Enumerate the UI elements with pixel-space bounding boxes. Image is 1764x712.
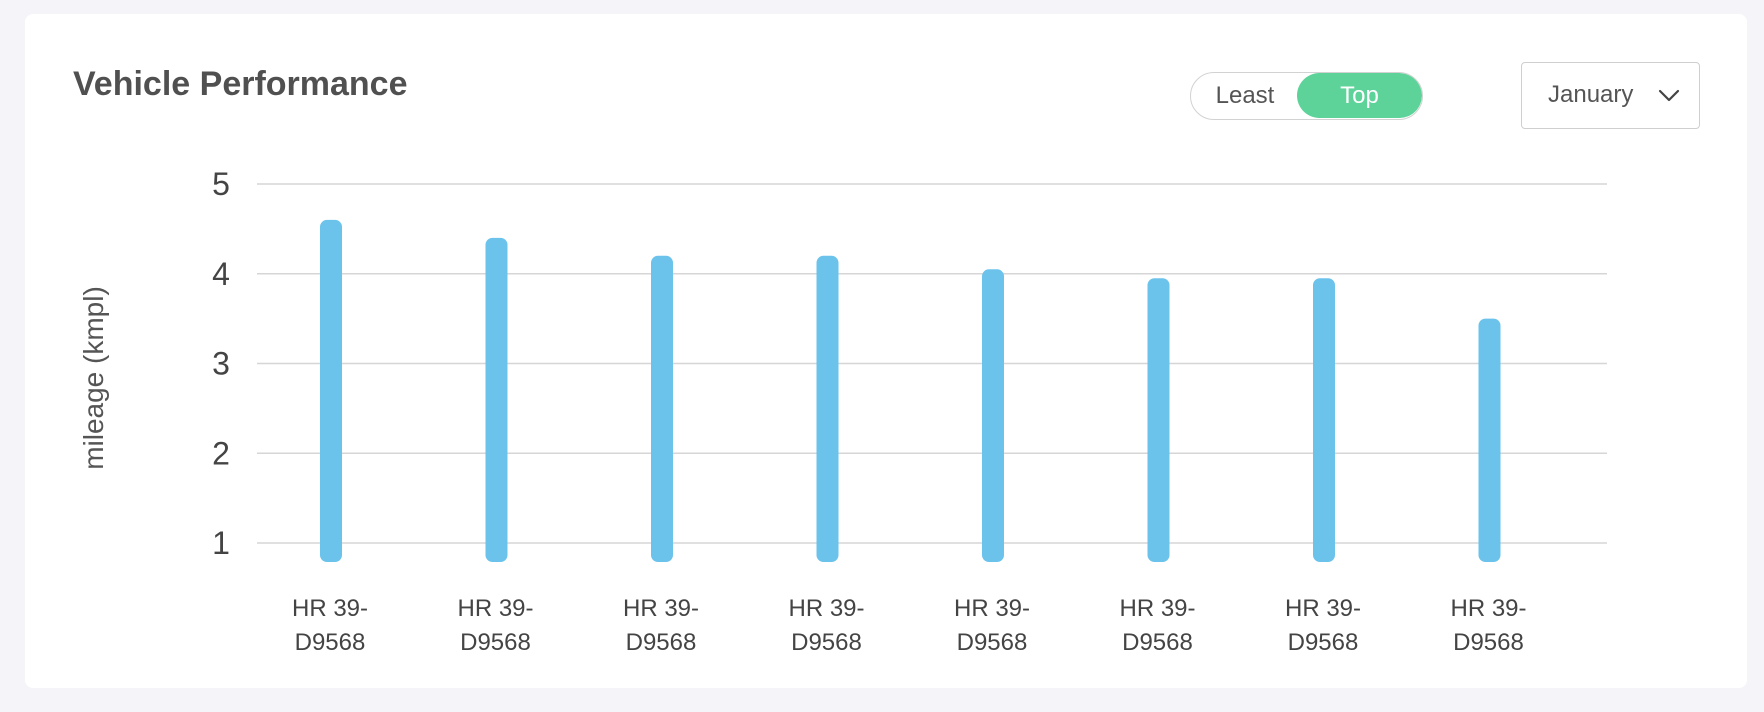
bar-8[interactable] xyxy=(1478,318,1501,562)
bar-7[interactable] xyxy=(1313,278,1335,562)
y-tick-label: 4 xyxy=(212,256,230,292)
x-category-label: D9568 xyxy=(295,629,366,656)
vehicle-performance-card: Vehicle Performance Least Top January 12… xyxy=(25,14,1747,688)
y-axis-label: mileage (kmpl) xyxy=(78,286,109,470)
y-tick-label: 3 xyxy=(212,346,230,382)
x-category-label: HR 39- xyxy=(457,595,533,622)
x-category-label: D9568 xyxy=(626,629,697,656)
x-category-label: HR 39- xyxy=(788,595,864,622)
bar-3[interactable] xyxy=(651,255,673,563)
x-category-label: D9568 xyxy=(460,629,531,656)
y-tick-label: 5 xyxy=(212,166,230,202)
x-category-label: HR 39- xyxy=(1285,595,1361,622)
mileage-bar-chart: 1 2 3 4 5 mileage (kmpl) HR 39- D9568 HR 39- D956… xyxy=(78,166,1607,656)
bar-6[interactable] xyxy=(1147,278,1170,562)
x-category-label: HR 39- xyxy=(1450,595,1526,622)
x-category-label: HR 39- xyxy=(292,595,368,622)
x-category-label: D9568 xyxy=(1122,629,1193,656)
x-category-label: D9568 xyxy=(791,629,862,656)
x-category-label: D9568 xyxy=(1453,629,1524,656)
x-category-label: HR 39- xyxy=(623,595,699,622)
bar-2[interactable] xyxy=(485,237,508,562)
bar-4[interactable] xyxy=(816,255,839,563)
x-category-label: HR 39- xyxy=(1119,595,1195,622)
bar-1[interactable] xyxy=(320,219,342,562)
x-category-label: D9568 xyxy=(957,629,1028,656)
x-category-label: D9568 xyxy=(1288,629,1359,656)
y-tick-label: 2 xyxy=(212,435,230,471)
y-tick-label: 1 xyxy=(212,525,230,561)
bar-5[interactable] xyxy=(982,269,1004,562)
x-category-label: HR 39- xyxy=(954,595,1030,622)
